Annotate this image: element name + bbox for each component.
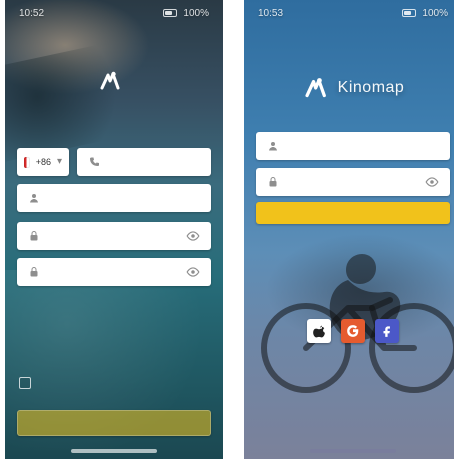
battery-percent: 100%: [422, 7, 448, 19]
battery-percent: 100%: [183, 7, 209, 19]
show-confirm-password-button[interactable]: [186, 265, 200, 279]
flag-icon: [24, 156, 30, 168]
password-field[interactable]: [256, 168, 450, 196]
confirm-password-field[interactable]: [17, 258, 211, 286]
social-login: [244, 319, 454, 343]
eye-icon: [186, 231, 200, 241]
apple-icon: [313, 325, 325, 338]
country-code-select[interactable]: +86 ▾: [17, 148, 69, 176]
password-input[interactable]: [48, 231, 178, 241]
background-image: [244, 0, 454, 459]
lock-icon: [267, 176, 279, 188]
show-password-button[interactable]: [425, 175, 439, 189]
eye-icon: [186, 267, 200, 277]
status-time: 10:52: [19, 7, 45, 19]
status-right: 100%: [163, 8, 209, 19]
agreement-row: [19, 376, 209, 389]
phone-field[interactable]: [77, 148, 211, 176]
name-field[interactable]: [17, 184, 211, 212]
confirm-password-input[interactable]: [48, 267, 178, 277]
user-icon: [267, 140, 279, 152]
login-button[interactable]: [256, 202, 450, 224]
status-right: 100%: [402, 8, 448, 19]
kinomap-logo-icon: [302, 74, 330, 102]
password-field[interactable]: [17, 222, 211, 250]
eye-icon: [425, 177, 439, 187]
home-indicator: [310, 449, 396, 453]
status-bar: 10:52 100%: [5, 0, 223, 26]
country-code-value: +86: [35, 157, 51, 167]
lock-icon: [28, 266, 40, 278]
lock-icon: [28, 230, 40, 242]
google-icon: [347, 325, 359, 337]
register-button[interactable]: [17, 410, 211, 436]
name-input[interactable]: [48, 193, 200, 203]
home-indicator: [71, 449, 157, 453]
user-icon: [28, 192, 40, 204]
username-field[interactable]: [256, 132, 450, 160]
brand-logo: [97, 68, 131, 94]
phone-input[interactable]: [108, 157, 200, 167]
password-input[interactable]: [287, 177, 417, 187]
status-bar: 10:53 100%: [244, 0, 454, 26]
register-screen: 10:52 100% +86 ▾: [5, 0, 223, 459]
app-screenshots: 10:52 100% +86 ▾ 10:53 100% Kinomap: [0, 0, 454, 459]
username-input[interactable]: [287, 141, 439, 151]
phone-row: +86 ▾: [17, 148, 211, 176]
battery-icon: [402, 9, 417, 17]
phone-icon: [88, 156, 100, 168]
apple-login-button[interactable]: [307, 319, 331, 343]
facebook-login-button[interactable]: [375, 319, 399, 343]
status-time: 10:53: [258, 7, 284, 19]
brand-logo: Kinomap: [302, 74, 405, 102]
google-login-button[interactable]: [341, 319, 365, 343]
login-screen: 10:53 100% Kinomap: [244, 0, 454, 459]
battery-icon: [163, 9, 178, 17]
show-password-button[interactable]: [186, 229, 200, 243]
chevron-down-icon: ▾: [56, 156, 62, 167]
facebook-icon: [383, 326, 390, 337]
agreement-checkbox[interactable]: [19, 377, 31, 389]
brand-name: Kinomap: [337, 79, 405, 96]
kinomap-logo-icon: [97, 68, 123, 94]
